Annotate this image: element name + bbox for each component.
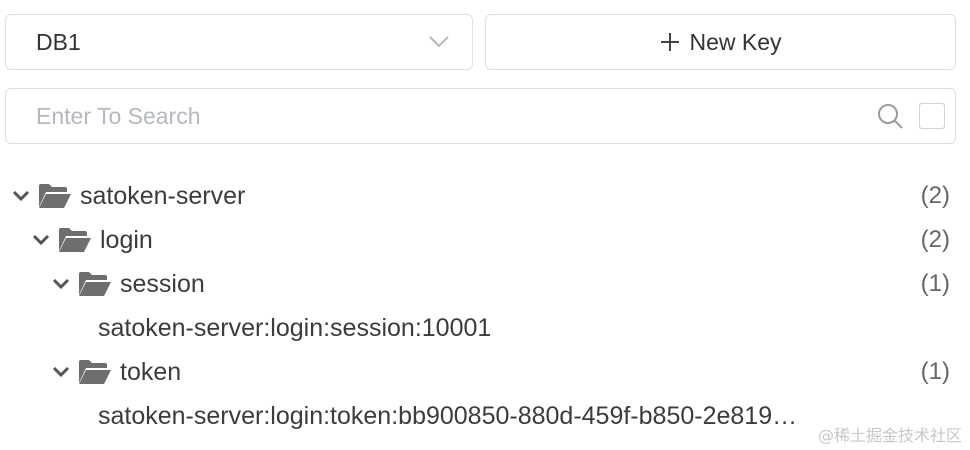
tree-leaf-token-key[interactable]: satoken-server:login:token:bb900850-880d…	[0, 396, 960, 436]
tree-node-count: (1)	[920, 358, 950, 385]
db-select-value: DB1	[36, 28, 81, 55]
tree-leaf-session-key[interactable]: satoken-server:login:session:10001	[0, 308, 960, 348]
caret-down-icon[interactable]	[50, 361, 72, 383]
new-key-button[interactable]: New Key	[485, 14, 956, 70]
folder-open-icon	[78, 271, 112, 297]
new-key-label: New Key	[689, 28, 782, 55]
caret-down-icon[interactable]	[30, 229, 52, 251]
tree-node-label: session	[120, 269, 205, 298]
caret-down-icon[interactable]	[50, 273, 72, 295]
tree-node-label: login	[100, 225, 153, 254]
folder-open-icon	[38, 183, 72, 209]
caret-down-icon[interactable]	[10, 185, 32, 207]
tree-node-session[interactable]: session (1)	[0, 264, 960, 304]
tree-node-count: (2)	[920, 226, 950, 253]
tree-node-count: (1)	[920, 270, 950, 297]
tree-node-count: (2)	[920, 182, 950, 209]
search-icon[interactable]	[875, 101, 905, 131]
plus-icon	[659, 31, 681, 53]
search-input[interactable]	[36, 102, 875, 130]
folder-open-icon	[78, 359, 112, 385]
tree-node-label: token	[120, 357, 182, 386]
toolbar: DB1 New Key	[5, 14, 956, 70]
tree-node-satoken-server[interactable]: satoken-server (2)	[0, 176, 960, 216]
folder-open-icon	[58, 227, 92, 253]
search-box	[5, 88, 956, 144]
tree-node-login[interactable]: login (2)	[0, 220, 960, 260]
tree-leaf-label: satoken-server:login:session:10001	[98, 313, 492, 342]
tree-node-label: satoken-server	[80, 181, 246, 210]
tree-leaf-label: satoken-server:login:token:bb900850-880d…	[98, 401, 798, 430]
key-browser-panel: DB1 New Key satoken-server (2)	[0, 0, 970, 450]
search-checkbox[interactable]	[919, 103, 945, 129]
db-select[interactable]: DB1	[5, 14, 473, 70]
watermark: @稀土掘金技术社区	[817, 426, 962, 445]
chevron-down-icon	[428, 31, 450, 53]
tree-node-token[interactable]: token (1)	[0, 352, 960, 392]
